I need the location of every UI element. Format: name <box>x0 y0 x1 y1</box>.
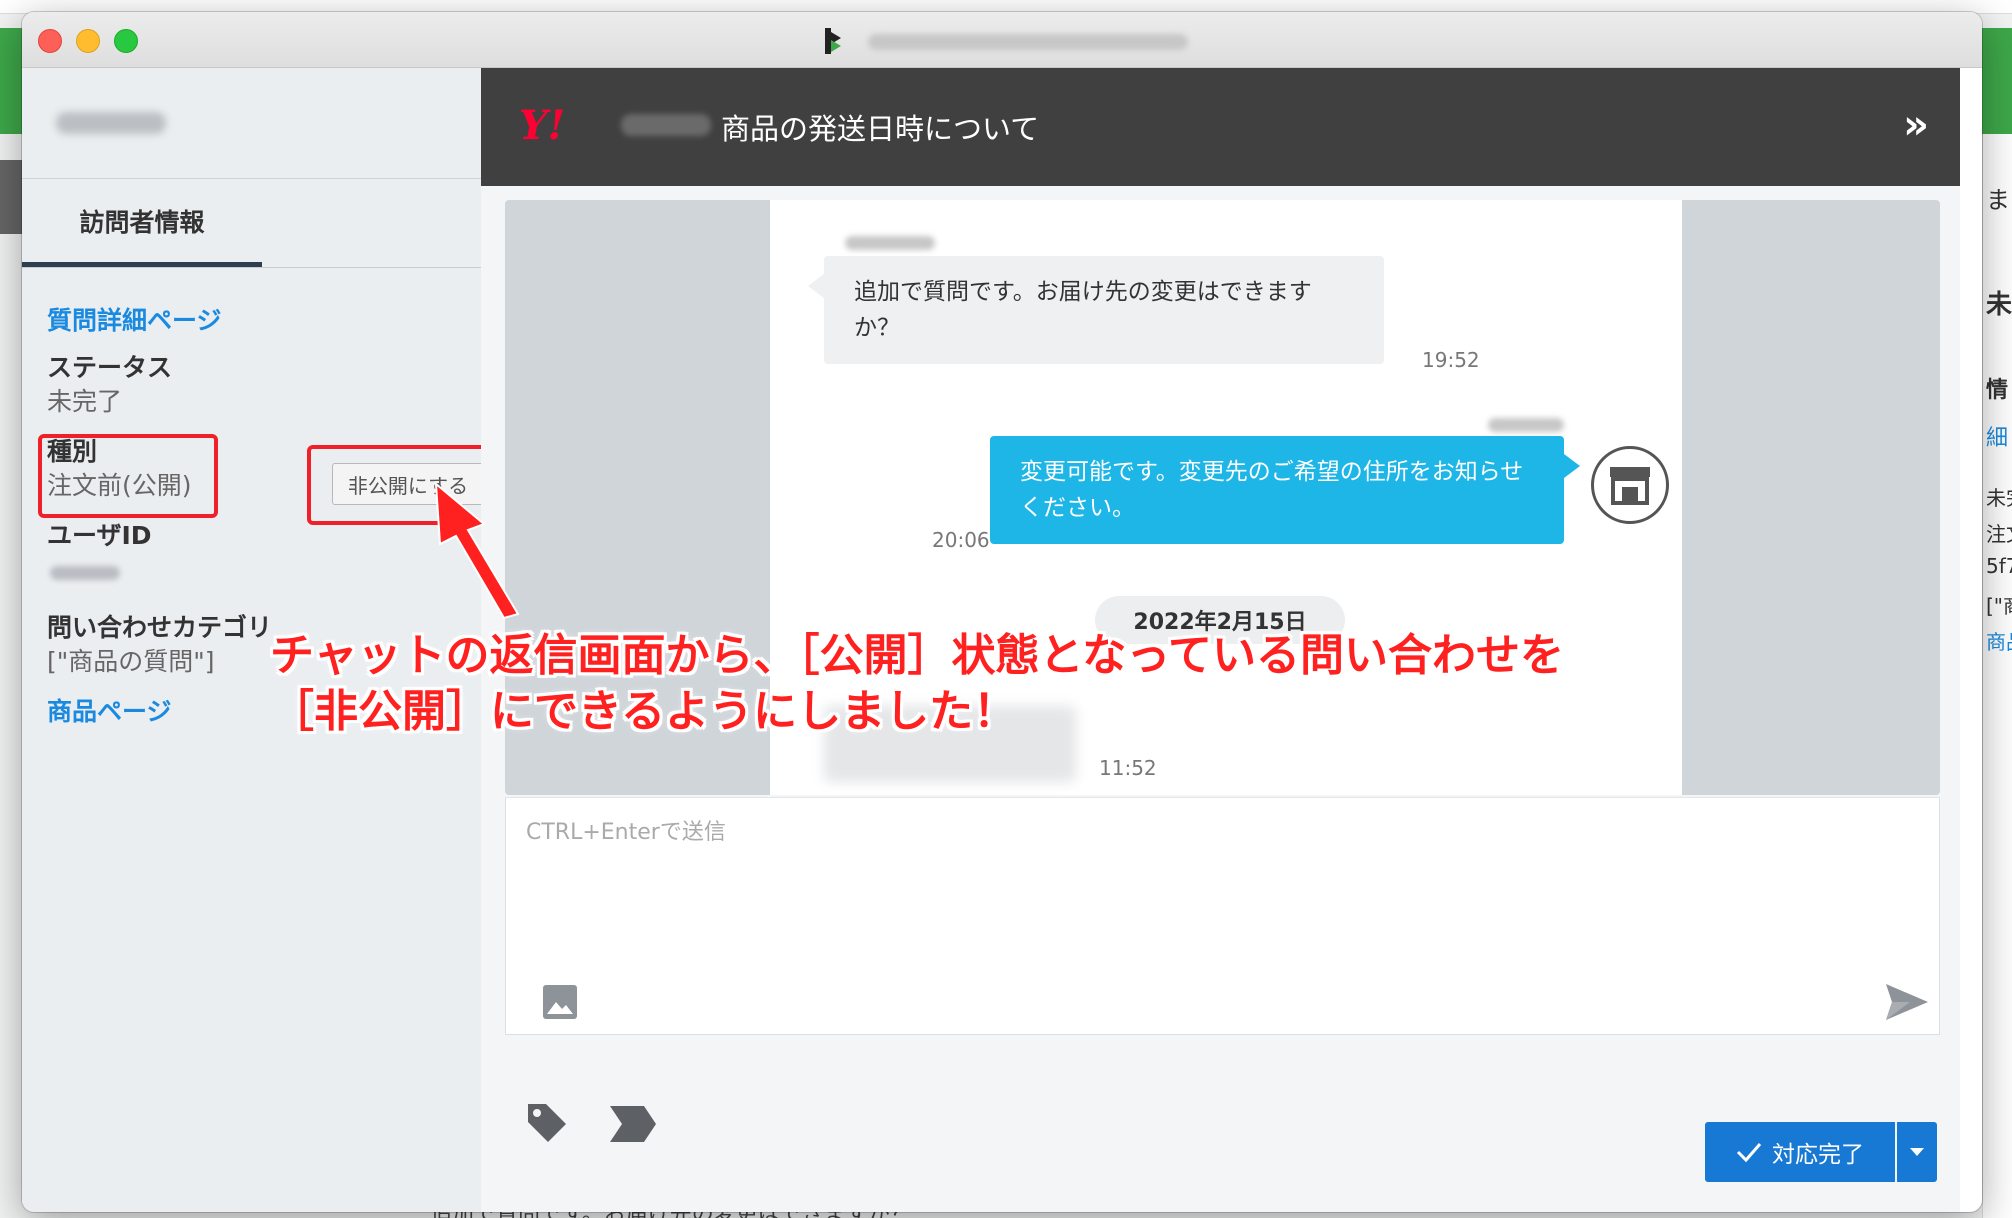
background-text: 5f7 <box>1986 554 2012 578</box>
background-text: ["商 <box>1986 594 2012 618</box>
background-text: 商品 <box>1986 630 2012 654</box>
message-time: 11:52 <box>1099 756 1157 780</box>
message-time: 20:06 <box>932 528 990 552</box>
annotation-text: チャットの返信画面から、［公開］状態となっている問い合わせを ［非公開］にできる… <box>270 628 1564 740</box>
label-icon[interactable] <box>608 1104 658 1144</box>
message-outgoing: 変更可能です。変更先のご希望の住所をお知らせください。 <box>990 436 1580 544</box>
chat-title: 商品の発送日時について <box>721 112 1040 146</box>
minimize-window-button[interactable] <box>76 29 100 53</box>
customer-name-blurred <box>621 114 711 136</box>
question-detail-link[interactable]: 質問詳細ページ <box>47 301 222 337</box>
message-time: 19:52 <box>1422 348 1480 372</box>
agent-name-blurred <box>1488 418 1564 432</box>
highlight-box-type <box>38 434 218 518</box>
user-id-label: ユーザID <box>47 521 152 550</box>
zoom-window-button[interactable] <box>114 29 138 53</box>
reply-box <box>505 797 1940 1035</box>
background-green-bar-right <box>1982 28 2012 134</box>
check-icon <box>1736 1143 1762 1163</box>
window-title-blurred <box>868 34 1188 50</box>
background-text: 未完 <box>1986 486 2012 510</box>
caret-down-icon <box>1910 1148 1924 1156</box>
background-text: 未 <box>1986 290 2012 320</box>
background-text: 情 <box>1986 378 2009 403</box>
send-icon[interactable] <box>1884 982 1930 1022</box>
store-icon <box>1591 446 1669 524</box>
reply-input[interactable] <box>526 812 1826 852</box>
message-incoming: 追加で質問です。お届け先の変更はできますか？ <box>808 256 1384 364</box>
complete-button[interactable]: 対応完了 <box>1705 1122 1895 1182</box>
divider <box>22 267 502 268</box>
annotation-line-1: チャットの返信画面から、［公開］状態となっている問い合わせを <box>270 630 1565 681</box>
annotation-arrow-icon <box>434 481 520 620</box>
background-text: 注文 <box>1986 522 2012 546</box>
yahoo-shopping-logo: Y! <box>519 102 566 149</box>
visitor-name-blurred <box>56 112 166 134</box>
background-text: 細 <box>1986 426 2009 451</box>
user-id-blurred <box>50 566 120 580</box>
annotation-line-2: ［非公開］にできるようにしました！ <box>270 686 1018 737</box>
product-page-link[interactable]: 商品ページ <box>47 692 172 728</box>
tag-icon[interactable] <box>524 1100 570 1146</box>
tab-visitor-info[interactable]: 訪問者情報 <box>22 179 262 267</box>
sender-name-blurred <box>845 236 935 250</box>
background-dark-block <box>0 160 22 234</box>
category-label: 問い合わせカテゴリ <box>47 613 273 642</box>
chat-header: Y! 商品の発送日時について » <box>481 68 1960 186</box>
image-icon[interactable] <box>542 984 578 1020</box>
status-value: 未完了 <box>47 387 123 416</box>
category-value: ["商品の質問"] <box>47 647 215 676</box>
window-titlebar <box>22 12 1982 68</box>
status-label: ステータス <box>47 353 173 382</box>
complete-options-dropdown[interactable] <box>1897 1122 1937 1182</box>
background-green-bar-left <box>0 28 22 134</box>
collapse-panel-icon[interactable]: » <box>1893 100 1939 150</box>
background-text: ま <box>1986 186 2010 214</box>
app-logo-icon <box>825 28 841 54</box>
close-window-button[interactable] <box>38 29 62 53</box>
complete-button-label: 対応完了 <box>1772 1142 1864 1168</box>
